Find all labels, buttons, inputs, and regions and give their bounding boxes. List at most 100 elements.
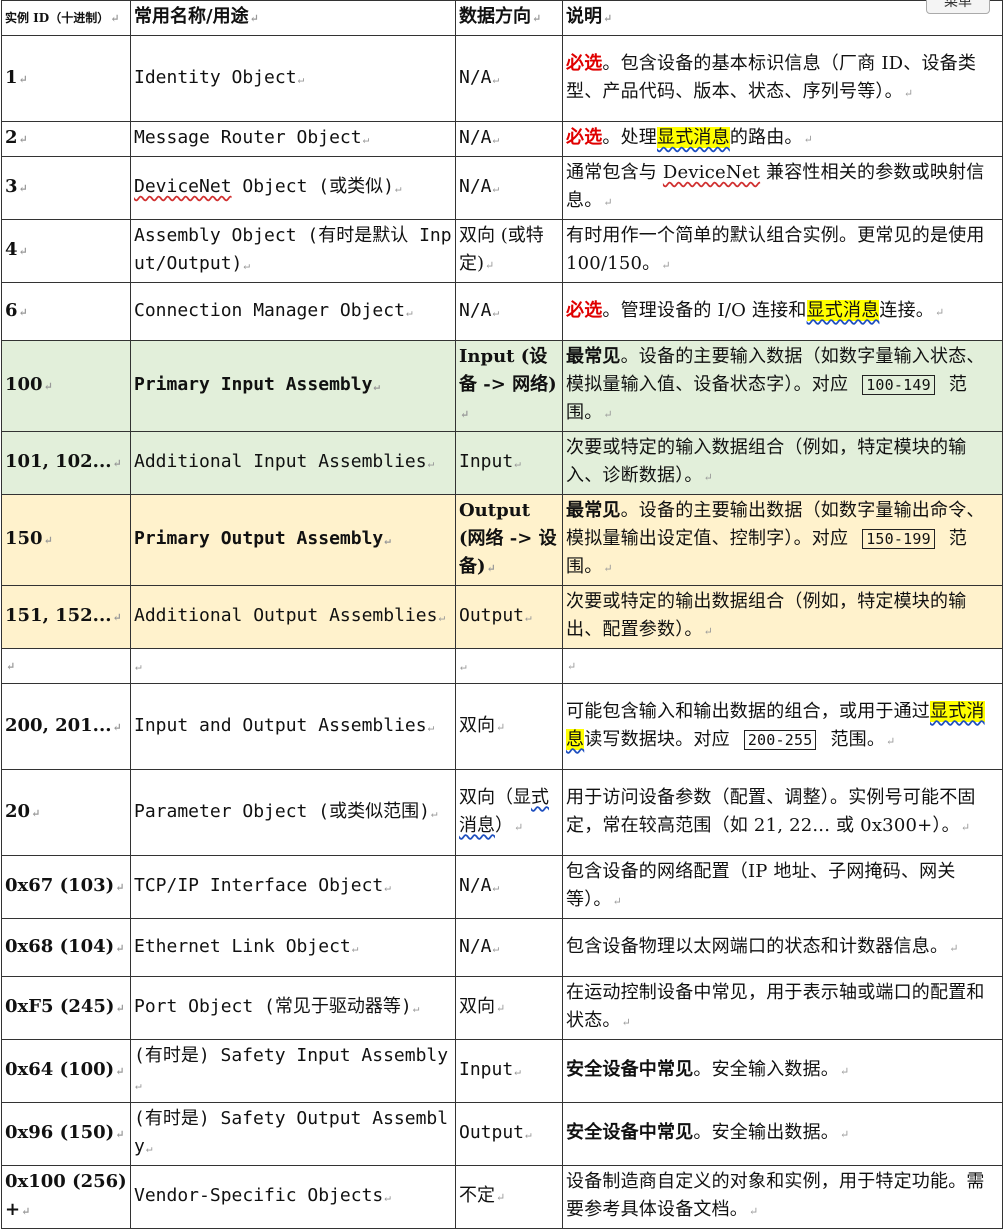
cell-name: Port Object (常见于驱动器等)↵ [130, 976, 456, 1040]
cell-id: 150↵ [1, 494, 131, 586]
cell-desc: 必选。管理设备的 I/O 连接和显式消息连接。↵ [562, 282, 1003, 341]
cell-id: 200, 201...↵ [1, 683, 131, 770]
cell-dir: N/A↵ [455, 918, 563, 977]
cell-desc: 用于访问设备参数（配置、调整）。实例号可能不固定，常在较高范围（如 21, 22… [562, 769, 1003, 856]
menu-button[interactable]: 菜单 [926, 0, 990, 14]
table-row: 101, 102...↵ Additional Input Assemblies… [1, 431, 1003, 495]
header-name: 常用名称/用途↵ [130, 0, 456, 36]
highlight-term: 显式消息 [657, 127, 730, 148]
table-row: 2↵ Message Router Object↵ N/A↵ 必选。处理显式消息… [1, 121, 1003, 157]
table-row: ↵ ↵ ↵ ↵ [1, 648, 1003, 684]
cell-id: 20↵ [1, 769, 131, 856]
cell-name: Message Router Object↵ [130, 121, 456, 157]
table-row: 3↵ DeviceNet Object (或类似)↵ N/A↵ 通常包含与 De… [1, 156, 1003, 220]
cell-name: Parameter Object (或类似范围)↵ [130, 769, 456, 856]
table-row: 20↵ Parameter Object (或类似范围)↵ 双向（显式消息）↵ … [1, 769, 1003, 856]
range-box: 100-149 [862, 375, 935, 395]
cell-id: 4↵ [1, 219, 131, 283]
table-row: 0x68 (104)↵ Ethernet Link Object↵ N/A↵ 包… [1, 918, 1003, 977]
cell-desc: 次要或特定的输入数据组合（例如，特定模块的输入、诊断数据）。↵ [562, 431, 1003, 495]
cell-id: 1↵ [1, 35, 131, 122]
cell-name: Identity Object↵ [130, 35, 456, 122]
cell-id: ↵ [1, 648, 131, 684]
cell-dir: Output↵ [455, 585, 563, 649]
table-row: 0xF5 (245)↵ Port Object (常见于驱动器等)↵ 双向↵ 在… [1, 976, 1003, 1040]
table-row: 0x64 (100)↵ (有时是) Safety Input Assembly↵… [1, 1039, 1003, 1103]
cell-dir: 双向↵ [455, 976, 563, 1040]
header-dir: 数据方向↵ [455, 0, 563, 36]
range-box: 200-255 [743, 729, 817, 750]
cell-dir: ↵ [455, 648, 563, 684]
cell-id: 0x64 (100)↵ [1, 1039, 131, 1103]
cell-desc: 最常见。设备的主要输入数据（如数字量输入状态、模拟量输入值、设备状态字）。对应 1… [562, 340, 1003, 432]
cell-desc: 包含设备物理以太网端口的状态和计数器信息。↵ [562, 918, 1003, 977]
table-header-row: 实例 ID（十进制）↵ 常用名称/用途↵ 数据方向↵ 说明↵ [1, 0, 1003, 36]
cip-instance-table: 实例 ID（十进制）↵ 常用名称/用途↵ 数据方向↵ 说明↵ 1↵ Identi… [1, 0, 1003, 1229]
required-badge: 必选 [566, 52, 603, 74]
cell-dir: N/A↵ [455, 35, 563, 122]
table-row: 0x67 (103)↵ TCP/IP Interface Object↵ N/A… [1, 855, 1003, 919]
cell-id: 0x100 (256)+↵ [1, 1165, 131, 1229]
cell-dir: Input↵ [455, 431, 563, 495]
table-row: 0x100 (256)+↵ Vendor-Specific Objects↵ 不… [1, 1165, 1003, 1229]
cell-id: 0x96 (150)↵ [1, 1102, 131, 1166]
cell-desc: 设备制造商自定义的对象和实例，用于特定功能。需要参考具体设备文档。↵ [562, 1165, 1003, 1229]
cell-desc: 安全设备中常见。安全输入数据。↵ [562, 1039, 1003, 1103]
table-row: 1↵ Identity Object↵ N/A↵ 必选。包含设备的基本标识信息（… [1, 35, 1003, 122]
cell-name: ↵ [130, 648, 456, 684]
cell-desc: 最常见。设备的主要输出数据（如数字量输出命令、模拟量输出设定值、控制字）。对应 1… [562, 494, 1003, 586]
cell-name: Additional Input Assemblies↵ [130, 431, 456, 495]
table-row: 0x96 (150)↵ (有时是) Safety Output Assembly… [1, 1102, 1003, 1166]
table-row: 100↵ Primary Input Assembly↵ Input (设备 -… [1, 340, 1003, 432]
table-row: 200, 201...↵ Input and Output Assemblies… [1, 683, 1003, 770]
cell-id: 101, 102...↵ [1, 431, 131, 495]
cell-dir: N/A↵ [455, 282, 563, 341]
cell-name: DeviceNet Object (或类似)↵ [130, 156, 456, 220]
cell-dir: 双向↵ [455, 683, 563, 770]
cell-dir: Output↵ [455, 1102, 563, 1166]
cell-name: Vendor-Specific Objects↵ [130, 1165, 456, 1229]
cell-dir: Output (网络 -> 设备)↵ [455, 494, 563, 586]
table-row: 4↵ Assembly Object (有时是默认 Input/Output)↵… [1, 219, 1003, 283]
cell-dir: 双向 (或特定)↵ [455, 219, 563, 283]
cell-dir: 不定↵ [455, 1165, 563, 1229]
cell-id: 100↵ [1, 340, 131, 432]
table-row: 6↵ Connection Manager Object↵ N/A↵ 必选。管理… [1, 282, 1003, 341]
cell-desc: 在运动控制设备中常见，用于表示轴或端口的配置和状态。↵ [562, 976, 1003, 1040]
cell-name: Input and Output Assemblies↵ [130, 683, 456, 770]
cell-name: Ethernet Link Object↵ [130, 918, 456, 977]
required-badge: 必选 [566, 299, 603, 321]
cell-dir: Input↵ [455, 1039, 563, 1103]
cell-name: (有时是) Safety Input Assembly↵ [130, 1039, 456, 1103]
cell-desc: 次要或特定的输出数据组合（例如，特定模块的输出、配置参数）。↵ [562, 585, 1003, 649]
cell-desc: ↵ [562, 648, 1003, 684]
cell-id: 3↵ [1, 156, 131, 220]
cell-id: 151, 152...↵ [1, 585, 131, 649]
cell-id: 0xF5 (245)↵ [1, 976, 131, 1040]
cell-name: Connection Manager Object↵ [130, 282, 456, 341]
range-box: 150-199 [862, 529, 935, 549]
highlight-term: 显式消息 [806, 299, 880, 321]
cell-dir: N/A↵ [455, 855, 563, 919]
cell-dir: 双向（显式消息）↵ [455, 769, 563, 856]
cell-desc: 有时用作一个简单的默认组合实例。更常见的是使用 100/150。↵ [562, 219, 1003, 283]
cell-name: TCP/IP Interface Object↵ [130, 855, 456, 919]
table-row: 150↵ Primary Output Assembly↵ Output (网络… [1, 494, 1003, 586]
cell-name: Assembly Object (有时是默认 Input/Output)↵ [130, 219, 456, 283]
cell-id: 0x68 (104)↵ [1, 918, 131, 977]
cell-name: (有时是) Safety Output Assembly↵ [130, 1102, 456, 1166]
cell-dir: Input (设备 -> 网络)↵ [455, 340, 563, 432]
cell-dir: N/A↵ [455, 156, 563, 220]
cell-desc: 通常包含与 DeviceNet 兼容性相关的参数或映射信息。↵ [562, 156, 1003, 220]
table-row: 151, 152...↵ Additional Output Assemblie… [1, 585, 1003, 649]
required-badge: 必选 [566, 127, 603, 148]
cell-desc: 包含设备的网络配置（IP 地址、子网掩码、网关等）。↵ [562, 855, 1003, 919]
cell-desc: 必选。包含设备的基本标识信息（厂商 ID、设备类型、产品代码、版本、状态、序列号… [562, 35, 1003, 122]
cell-desc: 必选。处理显式消息的路由。↵ [562, 121, 1003, 157]
header-id: 实例 ID（十进制）↵ [1, 0, 131, 36]
cell-id: 2↵ [1, 121, 131, 157]
cell-name: Additional Output Assemblies↵ [130, 585, 456, 649]
cell-id: 0x67 (103)↵ [1, 855, 131, 919]
cell-desc: 安全设备中常见。安全输出数据。↵ [562, 1102, 1003, 1166]
cell-id: 6↵ [1, 282, 131, 341]
